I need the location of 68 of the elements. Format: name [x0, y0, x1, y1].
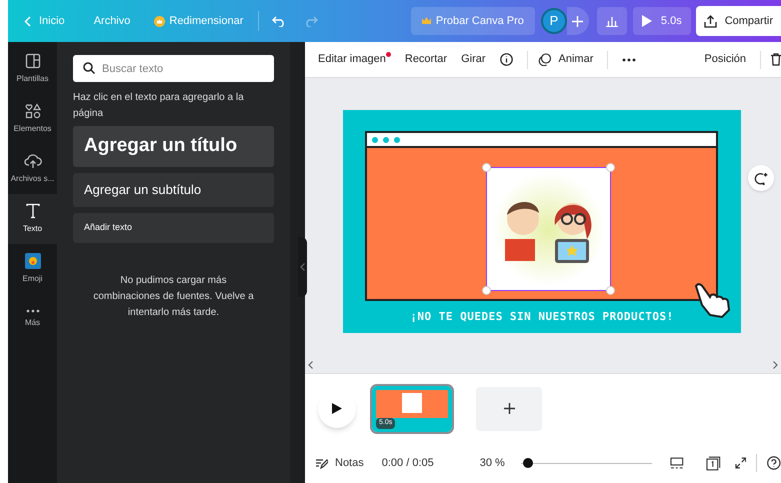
- window-dots-icon: [372, 136, 402, 142]
- insights-button[interactable]: [596, 7, 627, 35]
- sidebar-label: Plantillas: [16, 73, 48, 85]
- search-icon: [83, 62, 95, 74]
- crown-icon: [422, 17, 431, 25]
- animate-button[interactable]: Animar: [538, 51, 594, 68]
- chevron-left-icon: [24, 16, 31, 26]
- chevron-left-icon[interactable]: [300, 263, 305, 271]
- sidebar-item[interactable]: Más: [8, 294, 57, 344]
- undo-icon[interactable]: [272, 16, 286, 26]
- text-icon: [26, 203, 40, 219]
- help-icon[interactable]: [767, 456, 781, 470]
- comment-button[interactable]: [748, 165, 774, 191]
- sidebar-item[interactable]: Emoji: [8, 244, 57, 294]
- toolbar-button[interactable]: Posición: [704, 51, 746, 68]
- sidebar-label: Texto: [22, 223, 42, 235]
- panel-hint: Haz clic en el texto para agregarlo a la página: [73, 91, 245, 121]
- comment-plus-icon: [754, 172, 768, 184]
- text-preset[interactable]: Agregar un título: [73, 126, 274, 167]
- collapse-handle[interactable]: [298, 237, 307, 297]
- present-button[interactable]: 5.0s: [632, 7, 691, 35]
- toolbar-button[interactable]: Girar: [461, 51, 486, 68]
- cloud-upload-icon: [24, 153, 42, 169]
- more-icon[interactable]: [622, 58, 636, 62]
- play-icon: [332, 403, 342, 414]
- info-icon[interactable]: [500, 53, 513, 66]
- text-preset[interactable]: Añadir texto: [73, 213, 274, 243]
- trash-icon[interactable]: [771, 53, 781, 66]
- search-field[interactable]: Buscar texto: [73, 55, 274, 82]
- play-button[interactable]: [318, 390, 356, 428]
- text-preset[interactable]: Agregar un subtítulo: [73, 173, 274, 207]
- play-icon: [642, 15, 652, 27]
- plus-icon: [572, 16, 584, 26]
- add-button[interactable]: [566, 7, 589, 35]
- slider-thumb[interactable]: [523, 458, 534, 468]
- shapes-icon: [24, 103, 40, 119]
- resize-handle[interactable]: [606, 286, 615, 295]
- notes-button[interactable]: Notas: [315, 454, 364, 472]
- more-icon: [26, 309, 40, 313]
- zoom-percent: 30 %: [480, 456, 505, 471]
- crown-icon: [154, 16, 166, 26]
- grid-view-icon[interactable]: [670, 456, 684, 470]
- plus-icon: [504, 403, 514, 414]
- emoji-icon: [24, 253, 40, 269]
- animate-icon: [538, 53, 552, 66]
- share-icon: [704, 14, 717, 28]
- sidebar-item[interactable]: Elementos: [8, 94, 57, 144]
- notes-icon: [315, 458, 328, 469]
- sidebar-label: Archivos s...: [10, 173, 54, 185]
- sidebar-item[interactable]: Texto: [8, 194, 57, 244]
- bar-chart-icon: [604, 15, 619, 27]
- error-message: No pudimos cargar más combinaciones de fuentes. Vuelve a intentarlo más tarde.: [92, 274, 255, 320]
- sidebar-label: Elementos: [14, 123, 52, 135]
- playback-time: 0:00 / 0:05: [382, 456, 434, 471]
- banner-caption: ¡NO TE QUEDES SIN NUESTROS PRODUCTOS!: [409, 309, 675, 325]
- sidebar-label: Más: [24, 317, 40, 329]
- share-button[interactable]: Compartir: [696, 6, 781, 36]
- zoom-slider[interactable]: [520, 458, 652, 468]
- sidebar-item[interactable]: Archivos s...: [8, 144, 57, 194]
- scroll-left-icon[interactable]: [308, 361, 313, 369]
- page-count-icon[interactable]: [706, 456, 721, 471]
- scroll-right-icon[interactable]: [773, 361, 778, 369]
- toolbar-button[interactable]: Editar imagen: [318, 51, 386, 68]
- layout-icon: [24, 53, 40, 69]
- fullscreen-icon[interactable]: [734, 457, 746, 470]
- sidebar-item[interactable]: Plantillas: [8, 44, 57, 94]
- sidebar-label: Emoji: [22, 273, 42, 285]
- toolbar-button[interactable]: Recortar: [404, 51, 448, 68]
